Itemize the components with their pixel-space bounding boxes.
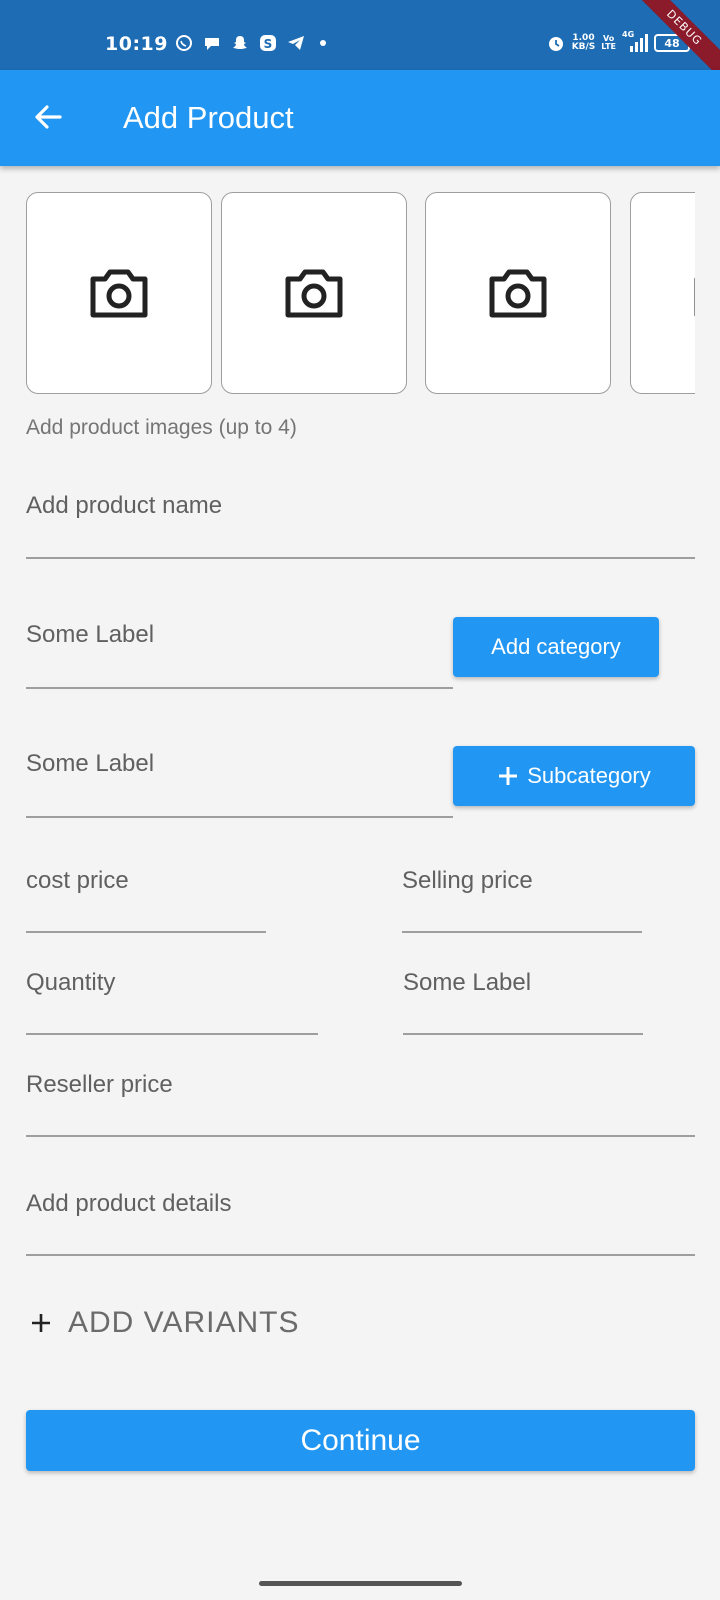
field-underline <box>26 687 453 689</box>
add-category-button[interactable]: Add category <box>453 617 659 677</box>
system-icons: 1.00 KB/S Vo LTE 4G 48 <box>546 30 690 53</box>
network-type: 4G <box>622 30 635 39</box>
page-title: Add Product <box>123 100 294 135</box>
network-speed: 1.00 KB/S <box>572 34 596 52</box>
subcategory-hint: Some Label <box>26 750 155 777</box>
image-slot-4[interactable] <box>630 192 695 394</box>
add-variants-label: ADD VARIANTS <box>68 1306 300 1339</box>
whatsapp-icon <box>174 33 194 53</box>
reseller-price-field[interactable]: Reseller price <box>26 1067 695 1137</box>
continue-label: Continue <box>300 1423 421 1457</box>
gesture-nav-handle[interactable] <box>259 1581 462 1586</box>
field-underline <box>26 816 453 818</box>
cost-price-field[interactable]: cost price <box>26 863 266 933</box>
plus-icon <box>499 767 518 785</box>
chat-bubble-icon <box>202 33 222 53</box>
volte-indicator: Vo LTE <box>601 35 616 51</box>
add-category-label: Add category <box>491 634 621 659</box>
product-image-row[interactable] <box>26 192 695 396</box>
battery-level: 48 <box>664 36 680 50</box>
svg-text:S: S <box>264 37 273 51</box>
field-underline <box>26 1033 318 1035</box>
add-variants-button[interactable]: ADD VARIANTS <box>30 1306 299 1340</box>
snapchat-icon <box>230 33 250 53</box>
field-underline <box>26 1135 695 1137</box>
camera-icon <box>489 269 547 318</box>
status-bar: 10:19 S 1.00 KB/S Vo LTE 4G 48 DEBUG <box>0 0 720 85</box>
extra-field[interactable]: Some Label <box>403 965 643 1035</box>
camera-icon <box>90 269 148 318</box>
field-underline <box>26 931 266 933</box>
product-details-field[interactable]: Add product details <box>26 1186 695 1256</box>
cost-price-hint: cost price <box>26 867 129 894</box>
app-bar: Add Product <box>0 70 720 166</box>
product-name-field[interactable]: Add product name <box>26 490 695 559</box>
selling-price-field[interactable]: Selling price <box>402 863 642 933</box>
product-details-hint: Add product details <box>26 1190 232 1217</box>
reseller-price-hint: Reseller price <box>26 1071 173 1098</box>
back-button[interactable] <box>28 97 68 137</box>
camera-icon <box>285 269 343 318</box>
status-time: 10:19 <box>105 33 168 55</box>
product-name-hint: Add product name <box>26 492 223 519</box>
extra-field-hint: Some Label <box>403 969 532 996</box>
signal-icon: 4G <box>622 30 648 52</box>
network-speed-unit: KB/S <box>571 42 596 52</box>
telegram-icon <box>286 33 306 53</box>
subcategory-field[interactable]: Some Label <box>26 746 453 818</box>
arrow-back-icon <box>35 105 62 129</box>
field-underline <box>26 1254 695 1256</box>
image-slot-3[interactable] <box>425 192 611 394</box>
add-subcategory-label: Subcategory <box>527 763 651 788</box>
images-helper-text: Add product images (up to 4) <box>26 416 297 439</box>
field-underline <box>402 931 642 933</box>
quantity-field[interactable]: Quantity <box>26 965 318 1035</box>
add-subcategory-button[interactable]: Subcategory <box>453 746 695 806</box>
continue-button[interactable]: Continue <box>26 1410 695 1471</box>
more-notifications-dot <box>320 40 326 46</box>
volte-bottom: LTE <box>601 42 616 51</box>
notification-icons: S <box>174 33 326 53</box>
camera-icon <box>694 277 695 317</box>
quantity-hint: Quantity <box>26 969 116 996</box>
image-slot-2[interactable] <box>221 192 407 394</box>
field-underline <box>403 1033 643 1035</box>
selling-price-hint: Selling price <box>402 867 533 894</box>
field-underline <box>26 557 695 559</box>
category-field[interactable]: Some Label <box>26 617 453 689</box>
category-hint: Some Label <box>26 621 155 648</box>
skype-icon: S <box>258 33 278 53</box>
plus-icon <box>32 1314 50 1332</box>
image-slot-1[interactable] <box>26 192 212 394</box>
alarm-icon <box>546 33 566 53</box>
